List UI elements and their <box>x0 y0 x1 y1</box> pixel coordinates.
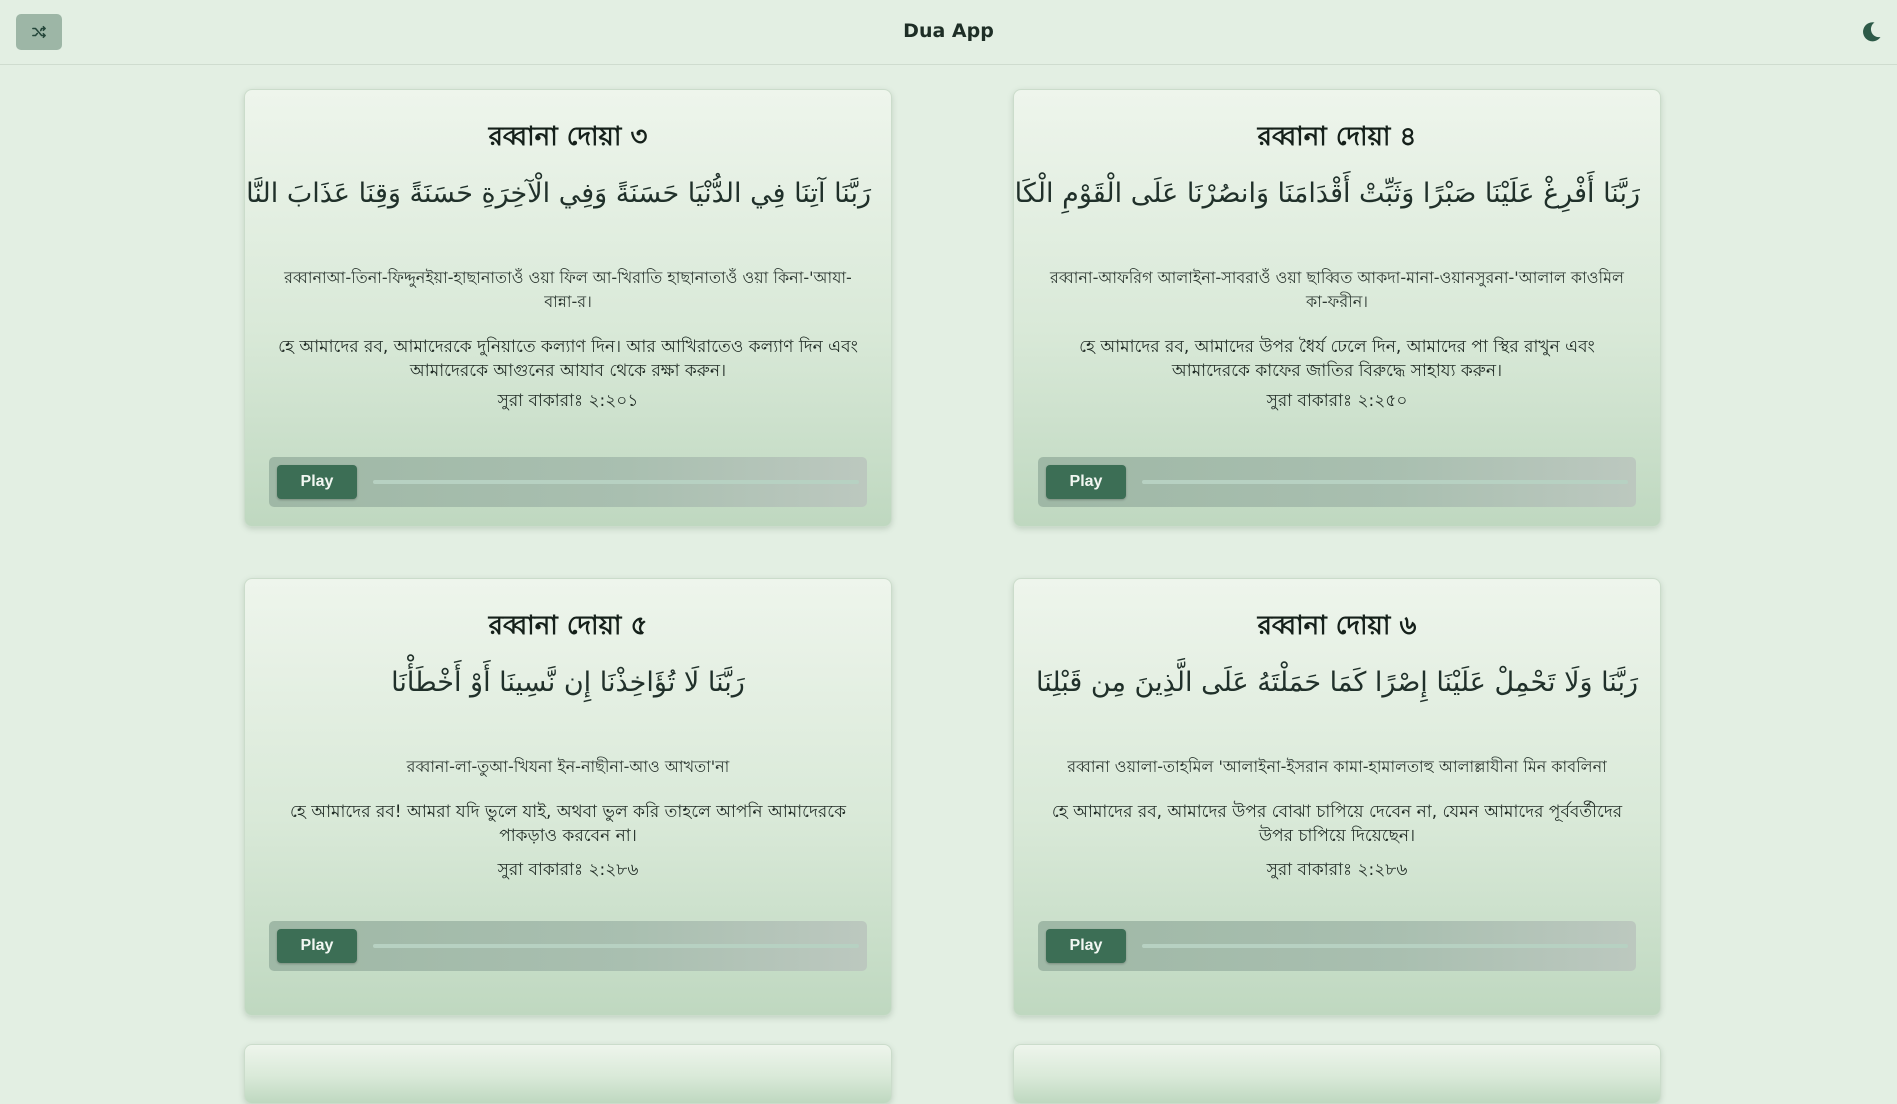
dua-arabic-text: رَبَّنَا أَفْرِغْ عَلَيْنَا صَبْرًا وَثَ… <box>1013 178 1640 209</box>
audio-player: Play <box>269 921 867 971</box>
dua-reference: সুরা বাকারাঃ ২:২৮৬ <box>1266 860 1408 880</box>
play-button[interactable]: Play <box>1046 465 1126 499</box>
dua-card: রব্বানা দোয়া ৩ رَبَّنَا آتِنَا فِي الدُ… <box>244 89 892 527</box>
play-button[interactable]: Play <box>1046 929 1126 963</box>
dua-transliteration: রব্বানা-লা-তুআ-খিযনা ইন-নাছীনা-আও আখতা'ন… <box>406 757 730 776</box>
dua-reference: সুরা বাকারাঃ ২:২৫০ <box>1266 391 1408 411</box>
play-button[interactable]: Play <box>277 465 357 499</box>
dua-transliteration: রব্বানা-আফরিগ আলাইনা-সাবরাওঁ ওয়া ছাব্বি… <box>1050 268 1624 311</box>
audio-progress-bar[interactable] <box>1142 480 1628 484</box>
dua-translation: হে আমাদের রব, আমাদেরকে দুনিয়াতে কল্যাণ … <box>278 337 858 381</box>
dua-card-partial <box>1013 1044 1661 1104</box>
audio-progress-bar[interactable] <box>373 480 859 484</box>
dua-title: রব্বানা দোয়া ৬ <box>1257 611 1417 641</box>
dua-translation: হে আমাদের রব! আমরা যদি ভুলে যাই, অথবা ভু… <box>290 802 846 846</box>
audio-player: Play <box>1038 921 1636 971</box>
dua-title: রব্বানা দোয়া ৩ <box>488 122 648 152</box>
dua-title: রব্বানা দোয়া ৫ <box>488 611 648 641</box>
audio-progress-bar[interactable] <box>373 944 859 948</box>
audio-progress-bar[interactable] <box>1142 944 1628 948</box>
dua-title: রব্বানা দোয়া ৪ <box>1257 122 1417 152</box>
moon-icon <box>1863 22 1881 42</box>
dua-arabic-text: رَبَّنَا لَا تُؤَاخِذْنَا إِن نَّسِينَا … <box>391 667 745 698</box>
theme-toggle-button[interactable] <box>1859 20 1883 44</box>
dua-transliteration: রব্বানা ওয়ালা-তাহমিল 'আলাইনা-ইসরান কামা… <box>1067 757 1607 776</box>
audio-player: Play <box>269 457 867 507</box>
dua-translation: হে আমাদের রব, আমাদের উপর বোঝা চাপিয়ে দে… <box>1051 802 1623 846</box>
dua-card: রব্বানা দোয়া ৫ رَبَّنَا لَا تُؤَاخِذْنَ… <box>244 578 892 1016</box>
app-header: Dua App <box>0 0 1897 65</box>
dua-reference: সুরা বাকারাঃ ২:২৮৬ <box>497 860 639 880</box>
dua-translation: হে আমাদের রব, আমাদের উপর ধৈর্য ঢেলে দিন,… <box>1079 337 1595 381</box>
play-button[interactable]: Play <box>277 929 357 963</box>
dua-arabic-text: رَبَّنَا آتِنَا فِي الدُّنْيَا حَسَنَةً … <box>244 178 871 209</box>
dua-card-partial <box>244 1044 892 1104</box>
dua-reference: সুরা বাকারাঃ ২:২০১ <box>497 391 639 411</box>
audio-player: Play <box>1038 457 1636 507</box>
dua-card: রব্বানা দোয়া ৪ رَبَّنَا أَفْرِغْ عَلَيْ… <box>1013 89 1661 527</box>
dua-arabic-text: رَبَّنَا وَلَا تَحْمِلْ عَلَيْنَا إِصْرً… <box>1035 667 1639 698</box>
dua-transliteration: রব্বানাআ-তিনা-ফিদ্দুনইয়া-হাছানাতাওঁ ওয়… <box>284 268 852 311</box>
dua-card: রব্বানা দোয়া ৬ رَبَّنَا وَلَا تَحْمِلْ … <box>1013 578 1661 1016</box>
app-title: Dua App <box>903 20 994 42</box>
